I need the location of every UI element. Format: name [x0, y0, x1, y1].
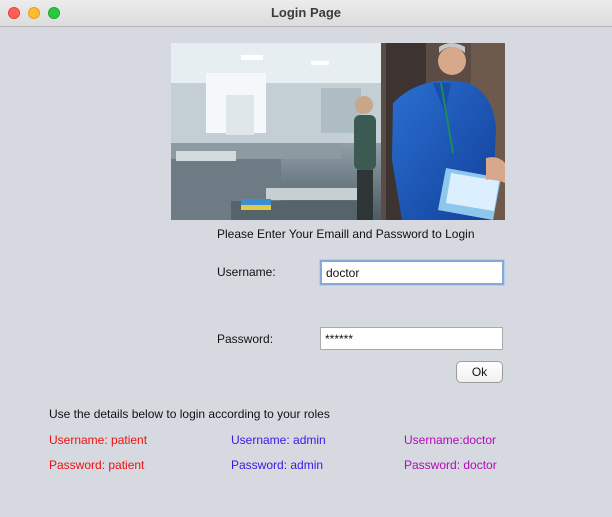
- instruction-text: Please Enter Your Emaill and Password to…: [217, 227, 475, 241]
- doctor-password-hint: Password: doctor: [404, 458, 497, 472]
- admin-username-hint: Username: admin: [231, 433, 326, 447]
- doctor-username-hint: Username:doctor: [404, 433, 497, 447]
- roles-heading: Use the details below to login according…: [49, 407, 330, 421]
- username-label: Username:: [217, 265, 276, 279]
- hero-image: [171, 43, 505, 220]
- login-window: Login Page Please Enter Your Emaill and …: [0, 0, 612, 517]
- password-input[interactable]: [320, 327, 503, 350]
- patient-password-hint: Password: patient: [49, 458, 145, 472]
- patient-username-hint: Username: patient: [49, 433, 148, 447]
- username-input[interactable]: [320, 260, 504, 285]
- password-label: Password:: [217, 332, 274, 346]
- window-title: Login Page: [270, 5, 342, 20]
- admin-password-hint: Password: admin: [231, 458, 324, 472]
- hospital-photo: [171, 43, 505, 220]
- title-bar: Login Page: [0, 0, 612, 27]
- ok-button[interactable]: Ok: [456, 361, 503, 383]
